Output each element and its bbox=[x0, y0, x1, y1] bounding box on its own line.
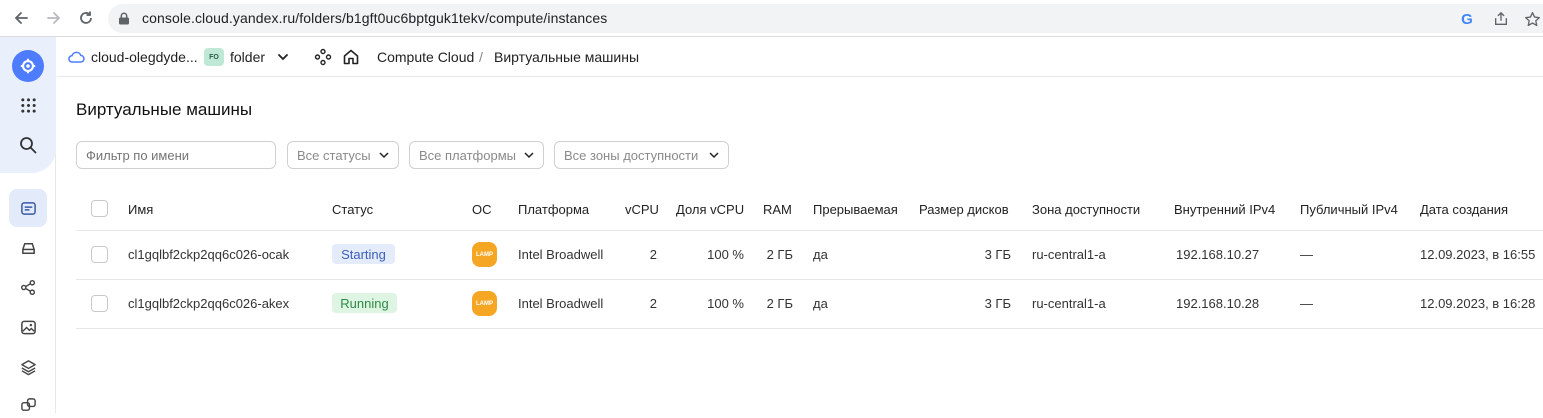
disk-size-cell: 3 ГБ bbox=[984, 247, 1011, 262]
status-badge: Running bbox=[332, 293, 397, 313]
folder-selector[interactable]: folder bbox=[230, 49, 265, 65]
column-header-zone[interactable]: Зона доступности bbox=[1032, 202, 1140, 217]
breadcrumb-separator: / bbox=[479, 49, 483, 65]
groups-icon[interactable] bbox=[15, 392, 41, 418]
column-header-created[interactable]: Дата создания bbox=[1420, 202, 1508, 217]
services-grid-icon[interactable] bbox=[15, 92, 41, 118]
status-select[interactable]: Все статусы bbox=[287, 141, 399, 169]
reload-button[interactable] bbox=[75, 7, 97, 29]
zone-select-label: Все зоны доступности bbox=[564, 147, 699, 163]
chevron-down-icon[interactable] bbox=[276, 50, 290, 64]
column-header-disk-size[interactable]: Размер дисков bbox=[919, 202, 1009, 217]
name-filter-input[interactable] bbox=[76, 141, 276, 169]
zone-cell: ru-central1-a bbox=[1032, 296, 1106, 311]
folder-badge: FO bbox=[204, 48, 224, 66]
lamp-os-icon: LAMP bbox=[472, 291, 497, 316]
internal-ip-cell: 192.168.10.28 bbox=[1176, 296, 1260, 311]
network-icon[interactable] bbox=[15, 274, 41, 300]
column-header-public-ip[interactable]: Публичный IPv4 bbox=[1300, 202, 1398, 217]
url-text: console.cloud.yandex.ru/folders/b1gft0uc… bbox=[142, 10, 608, 26]
vcpu-share-cell: 100 % bbox=[707, 296, 744, 311]
created-cell: 12.09.2023, в 16:28 bbox=[1420, 296, 1536, 311]
left-rail bbox=[0, 37, 56, 413]
reload-icon bbox=[80, 11, 92, 24]
public-ip-cell: — bbox=[1300, 296, 1313, 311]
home-icon[interactable] bbox=[342, 48, 360, 66]
column-header-internal-ip[interactable]: Внутренний IPv4 bbox=[1174, 202, 1275, 217]
zone-cell: ru-central1-a bbox=[1032, 247, 1106, 262]
lock-icon bbox=[119, 12, 129, 25]
platform-select[interactable]: Все платформы bbox=[409, 141, 544, 169]
column-header-vcpu[interactable]: vCPU bbox=[625, 202, 659, 217]
lamp-os-icon: LAMP bbox=[472, 242, 497, 267]
breadcrumb-current: Виртуальные машины bbox=[494, 49, 640, 65]
chevron-down-icon bbox=[709, 152, 719, 159]
platform-cell: Intel Broadwell bbox=[518, 296, 604, 311]
status-select-label: Все статусы bbox=[297, 147, 371, 163]
ram-cell: 2 ГБ bbox=[766, 247, 793, 262]
select-all-checkbox[interactable] bbox=[91, 200, 108, 217]
column-header-vcpu-share[interactable]: Доля vCPU bbox=[676, 202, 744, 217]
column-header-os[interactable]: ОС bbox=[472, 202, 492, 217]
instance-name-link[interactable]: cl1gqlbf2ckp2qq6c026-akex bbox=[128, 296, 289, 311]
services-diamond-icon[interactable] bbox=[314, 48, 332, 66]
vcpu-cell: 2 bbox=[649, 247, 657, 262]
status-badge: Starting bbox=[332, 244, 395, 264]
arrow-left-icon bbox=[14, 12, 28, 24]
column-header-preemptible[interactable]: Прерываемая bbox=[813, 202, 898, 217]
cloud-selector[interactable]: cloud-olegdyde... bbox=[91, 49, 198, 65]
images-icon[interactable] bbox=[15, 314, 41, 340]
row-checkbox[interactable] bbox=[91, 246, 108, 263]
public-ip-cell: — bbox=[1300, 247, 1313, 262]
ram-cell: 2 ГБ bbox=[766, 296, 793, 311]
column-header-platform[interactable]: Платформа bbox=[518, 202, 589, 217]
share-icon[interactable] bbox=[1492, 10, 1510, 28]
created-cell: 12.09.2023, в 16:55 bbox=[1420, 247, 1536, 262]
chevron-down-icon bbox=[379, 152, 389, 159]
vcpu-share-cell: 100 % bbox=[707, 247, 744, 262]
internal-ip-cell: 192.168.10.27 bbox=[1176, 247, 1260, 262]
search-icon[interactable] bbox=[15, 132, 41, 158]
forward-button[interactable] bbox=[43, 7, 65, 29]
column-header-status[interactable]: Статус bbox=[332, 202, 373, 217]
breadcrumb-compute-cloud[interactable]: Compute Cloud bbox=[377, 49, 474, 65]
column-header-name[interactable]: Имя bbox=[128, 202, 153, 217]
preemptible-cell: да bbox=[813, 247, 828, 262]
preemptible-cell: да bbox=[813, 296, 828, 311]
disk-size-cell: 3 ГБ bbox=[984, 296, 1011, 311]
platform-select-label: Все платформы bbox=[419, 147, 516, 163]
zone-select[interactable]: Все зоны доступности bbox=[554, 141, 729, 169]
address-bar[interactable]: console.cloud.yandex.ru/folders/b1gft0uc… bbox=[108, 4, 1543, 33]
table-divider bbox=[76, 328, 1543, 329]
platform-cell: Intel Broadwell bbox=[518, 247, 604, 262]
instances-icon[interactable] bbox=[15, 195, 41, 221]
table-divider bbox=[76, 230, 1543, 231]
google-lens-icon[interactable]: G bbox=[1458, 10, 1476, 28]
cloud-icon bbox=[68, 51, 85, 63]
yandex-cloud-logo-icon[interactable] bbox=[12, 50, 44, 82]
row-checkbox[interactable] bbox=[91, 295, 108, 312]
back-button[interactable] bbox=[10, 7, 32, 29]
app-header: cloud-olegdyde... FO folder Compute Clou… bbox=[57, 37, 1543, 77]
column-header-ram[interactable]: RAM bbox=[763, 202, 792, 217]
table-divider bbox=[76, 279, 1543, 280]
page-title: Виртуальные машины bbox=[76, 100, 253, 119]
google-mark: G bbox=[1461, 10, 1473, 28]
layers-icon[interactable] bbox=[15, 354, 41, 380]
arrow-right-icon bbox=[47, 12, 61, 24]
chevron-down-icon bbox=[524, 152, 534, 159]
disks-icon[interactable] bbox=[15, 235, 41, 261]
browser-toolbar: console.cloud.yandex.ru/folders/b1gft0uc… bbox=[0, 0, 1543, 37]
star-icon[interactable] bbox=[1523, 10, 1541, 28]
vcpu-cell: 2 bbox=[649, 296, 657, 311]
instance-name-link[interactable]: cl1gqlbf2ckp2qq6c026-ocak bbox=[128, 247, 289, 262]
